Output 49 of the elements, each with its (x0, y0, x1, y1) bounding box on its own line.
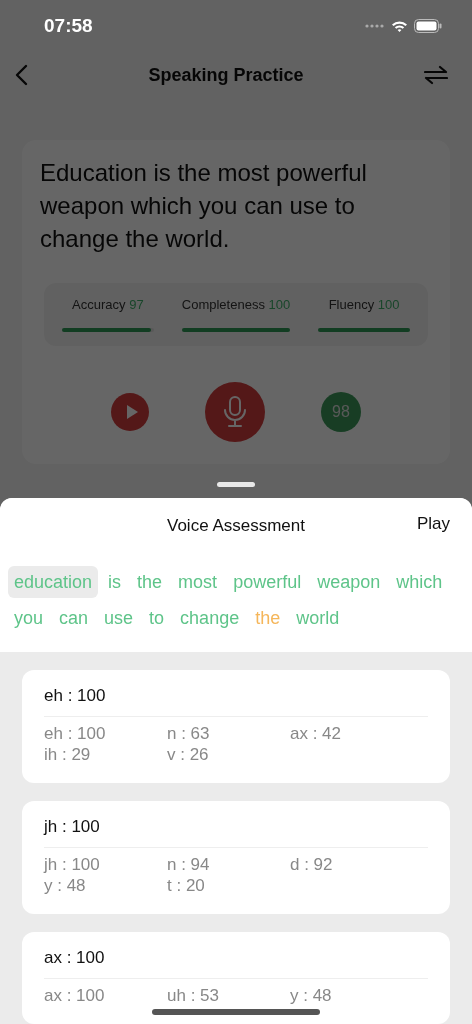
word[interactable]: you (8, 602, 50, 634)
sheet-title: Voice Assessment (167, 516, 305, 536)
word[interactable]: which (390, 566, 449, 598)
word[interactable]: to (143, 602, 171, 634)
play-link[interactable]: Play (416, 514, 450, 534)
word[interactable]: can (53, 602, 95, 634)
phoneme-detail: jh : 100 (44, 854, 101, 875)
microphone-button[interactable] (205, 382, 265, 442)
back-icon[interactable] (14, 64, 28, 86)
word[interactable]: world (290, 602, 346, 634)
sheet-grabber[interactable] (217, 482, 255, 487)
metric-label: Fluency 100 (328, 297, 400, 312)
score-badge: 98 (321, 392, 361, 432)
phoneme-detail: v : 26 (167, 744, 210, 765)
word[interactable]: the (249, 602, 287, 634)
signal-icon (365, 24, 385, 28)
word[interactable]: is (102, 566, 128, 598)
status-time: 07:58 (44, 15, 93, 37)
battery-icon (414, 19, 442, 33)
phoneme-detail: eh : 100 (44, 723, 107, 744)
word[interactable]: change (174, 602, 246, 634)
phoneme-detail: ih : 29 (44, 744, 92, 765)
phoneme-detail: d : 92 (290, 854, 334, 875)
word[interactable]: powerful (227, 566, 308, 598)
word[interactable]: education (8, 566, 99, 598)
word[interactable]: the (131, 566, 169, 598)
play-icon (124, 404, 139, 420)
practice-sentence: Education is the most powerful weapon which you can use to change the world. (40, 158, 368, 254)
phoneme-detail: y : 48 (290, 985, 333, 1006)
metric-label: Accuracy 97 (72, 297, 144, 312)
phoneme-score: jh : 100 (44, 817, 428, 848)
phoneme-detail: ax : 42 (290, 723, 343, 744)
screen-title: Speaking Practice (148, 64, 304, 86)
play-button[interactable] (111, 393, 149, 431)
word[interactable]: weapon (311, 566, 387, 598)
phoneme-detail: y : 48 (44, 875, 87, 896)
phoneme-score: eh : 100 (44, 686, 428, 717)
phoneme-detail: uh : 53 (167, 985, 220, 1006)
phoneme-detail: ax : 100 (44, 985, 106, 1006)
microphone-icon (222, 395, 248, 429)
word[interactable]: most (172, 566, 224, 598)
metric-label: Completeness 100 (181, 297, 291, 312)
phoneme-score: ax : 100 (44, 948, 428, 979)
wifi-icon (391, 19, 408, 33)
swap-icon[interactable] (424, 65, 448, 85)
phoneme-detail: n : 94 (167, 854, 211, 875)
word[interactable]: use (98, 602, 140, 634)
phoneme-detail: n : 63 (167, 723, 211, 744)
phoneme-detail: t : 20 (167, 875, 206, 896)
